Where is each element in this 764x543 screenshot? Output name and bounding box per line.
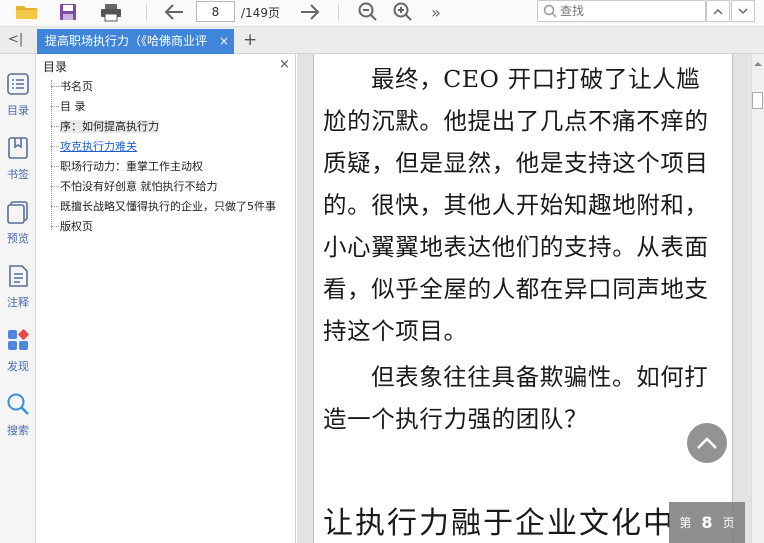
toc-close-icon[interactable]: ×	[279, 57, 290, 72]
document-line: 最终，CEO 开口打破了让人尴	[371, 65, 701, 93]
rail-label: 预览	[7, 232, 29, 245]
search-box[interactable]	[537, 0, 706, 22]
toolbar: /149页 »	[0, 0, 764, 27]
rail-label: 搜索	[7, 424, 29, 437]
note-icon	[9, 265, 28, 287]
rail-item-discover[interactable]: 发现	[0, 328, 36, 374]
tab-title: 提高职场执行力（《哈佛商业评	[45, 34, 208, 48]
zoom-in-icon[interactable]	[391, 0, 415, 24]
toc-item[interactable]: 书名页	[51, 78, 93, 97]
toc-item[interactable]: 目 录	[51, 98, 86, 117]
bookmark-icon	[8, 137, 28, 159]
document-line: 造一个执行力强的团队？	[323, 405, 589, 433]
new-tab-button[interactable]: +	[243, 30, 257, 50]
toc-item[interactable]: 版权页	[51, 218, 93, 237]
document-line: 看，似乎全屋的人都在异口同声地支	[323, 275, 709, 303]
print-icon[interactable]	[99, 0, 123, 24]
document-line: 持这个项目。	[323, 317, 468, 345]
chevron-up-icon	[697, 436, 717, 449]
side-rail: 目录 书签 预览 注释 发现 搜索	[0, 54, 36, 543]
rail-label: 目录	[7, 104, 29, 117]
rail-item-search[interactable]: 搜索	[0, 392, 36, 438]
search-input[interactable]	[560, 3, 700, 19]
rail-item-preview[interactable]: 预览	[0, 200, 36, 246]
toc-panel-title: 目录	[43, 60, 68, 74]
preview-icon	[7, 201, 28, 224]
rail-label: 书签	[7, 168, 29, 181]
rail-item-bookmark[interactable]: 书签	[0, 136, 36, 182]
tab-bar: <| 提高职场执行力（《哈佛商业评 × +	[0, 27, 764, 54]
back-to-top-button[interactable]	[687, 423, 727, 463]
open-folder-icon[interactable]	[14, 0, 40, 24]
toc-icon	[7, 73, 29, 95]
next-page-icon[interactable]	[298, 0, 322, 24]
toc-panel: 目录 × 书名页 目 录 序：如何提高执行力 攻克执行力难关 职场行动力：重掌工…	[37, 54, 296, 543]
section-heading: 让执行力融于企业文化中	[323, 506, 675, 541]
scroll-up-icon[interactable]	[751, 57, 764, 69]
tab-document[interactable]: 提高职场执行力（《哈佛商业评 ×	[37, 29, 234, 54]
document-line: 质疑，但是显然，他是支持这个项目	[323, 149, 709, 177]
total-pages: /149页	[241, 6, 280, 20]
scrollbar-thumb[interactable]	[752, 92, 763, 109]
rail-item-toc[interactable]: 目录	[0, 72, 36, 118]
page-indicator-prefix: 第	[679, 516, 692, 530]
chevron-up-icon	[713, 8, 723, 15]
save-icon[interactable]	[57, 0, 79, 24]
page-indicator: 第 8 页	[669, 502, 745, 543]
document-line: 的。很快，其他人开始知趣地附和，	[323, 191, 709, 219]
chevron-down-icon	[738, 7, 748, 14]
toolbar-divider	[338, 4, 339, 21]
scrollbar[interactable]	[751, 54, 764, 543]
toc-item[interactable]: 不怕没有好创意 就怕执行不给力	[51, 178, 218, 197]
toc-item[interactable]: 职场行动力：重掌工作主动权	[51, 158, 203, 177]
toc-item-link[interactable]: 攻克执行力难关	[51, 138, 137, 157]
document-line: 小心翼翼地表达他们的支持。从表面	[323, 233, 709, 261]
page-indicator-suffix: 页	[722, 516, 735, 530]
search-icon	[543, 4, 557, 18]
toc-item-selected[interactable]: 序：如何提高执行力	[51, 118, 159, 137]
previous-page-icon[interactable]	[162, 0, 186, 24]
toc-item[interactable]: 既擅长战略又懂得执行的企业，只做了5件事	[51, 198, 296, 217]
discover-icon	[8, 329, 29, 350]
search-icon	[7, 393, 29, 415]
collapse-panel-button[interactable]: <|	[8, 32, 23, 47]
search-next-button[interactable]	[731, 0, 755, 22]
rail-item-notes[interactable]: 注释	[0, 264, 36, 310]
document-line: 尬的沉默。他提出了几点不痛不痒的	[323, 107, 709, 135]
tab-close-icon[interactable]: ×	[219, 29, 229, 54]
page-number-input[interactable]	[196, 1, 235, 22]
more-tools-button[interactable]: »	[426, 0, 446, 24]
search-previous-button[interactable]	[706, 0, 730, 22]
document-line: 但表象往往具备欺骗性。如何打	[371, 363, 709, 391]
zoom-out-icon[interactable]	[356, 0, 380, 24]
toolbar-divider	[146, 4, 147, 21]
document-page: 最终，CEO 开口打破了让人尴 尬的沉默。他提出了几点不痛不痒的 质疑，但是显然…	[313, 54, 733, 543]
rail-label: 发现	[7, 360, 29, 373]
page-indicator-number: 8	[701, 513, 713, 532]
rail-label: 注释	[7, 296, 29, 309]
